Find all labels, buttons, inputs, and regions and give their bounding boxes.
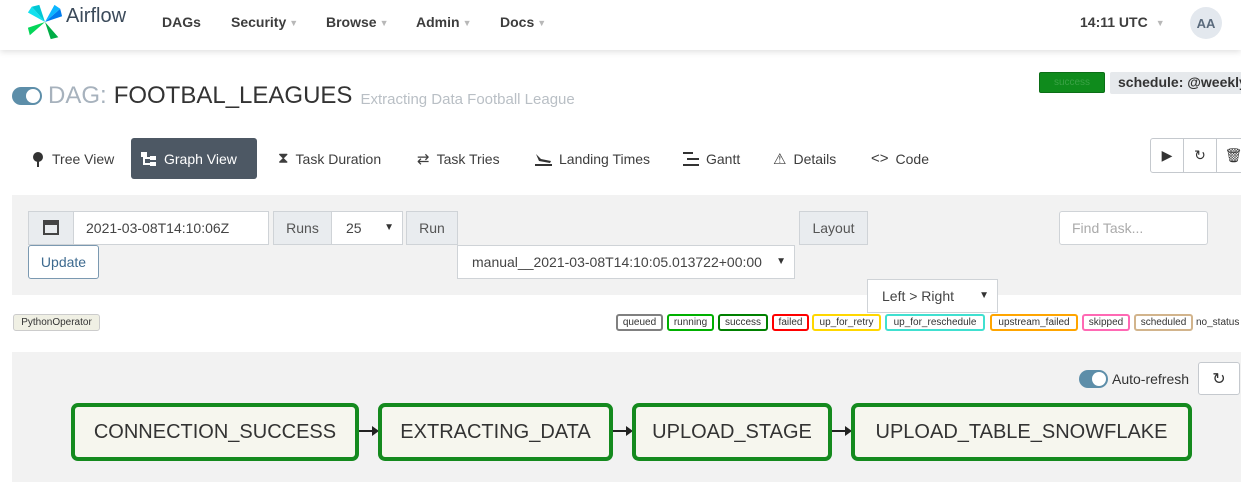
state-legend-running[interactable]: running <box>667 314 714 331</box>
nav-browse-label: Browse <box>326 14 377 30</box>
plane-landing-icon <box>535 152 552 166</box>
caret-down-icon: ▼ <box>379 18 389 28</box>
nav-dags[interactable]: DAGs <box>162 14 201 30</box>
run-value: manual__2021-03-08T14:10:05.013722+00:00 <box>472 254 762 270</box>
state-legend-up-for-retry[interactable]: up_for_retry <box>812 314 881 331</box>
nav-security-label: Security <box>231 14 287 30</box>
tab-label: Details <box>793 150 837 167</box>
runs-value: 25 <box>346 220 362 236</box>
layout-value: Left > Right <box>882 288 954 304</box>
run-select[interactable]: manual__2021-03-08T14:10:05.013722+00:00… <box>457 245 795 279</box>
tab-landing-times[interactable]: Landing Times <box>525 138 660 179</box>
clock-time: 14:11 UTC <box>1080 14 1148 30</box>
tree-icon <box>31 151 45 167</box>
chevron-down-icon: ▼ <box>384 222 394 233</box>
tab-label: Task Tries <box>436 150 500 167</box>
task-node-upload-table-snowflake[interactable]: UPLOAD_TABLE_SNOWFLAKE <box>851 403 1192 461</box>
tab-label: Graph View <box>164 150 237 167</box>
gantt-icon <box>683 151 699 166</box>
layout-select[interactable]: Left > Right ▼ <box>867 279 998 313</box>
dag-header: DAG: FOOTBAL_LEAGUES Extracting Data Foo… <box>12 82 575 110</box>
chevron-down-icon: ▼ <box>979 290 989 301</box>
nav-admin-label: Admin <box>416 14 460 30</box>
dag-prefix: DAG: <box>48 82 107 109</box>
tab-label: Code <box>895 150 929 167</box>
caret-down-icon: ▼ <box>462 18 472 28</box>
state-legend-skipped[interactable]: skipped <box>1082 314 1130 331</box>
auto-refresh-control[interactable]: Auto-refresh <box>1079 370 1189 388</box>
nav-admin[interactable]: Admin ▼ <box>416 14 471 30</box>
state-legend-success[interactable]: success <box>718 314 768 331</box>
brand-name: Airflow <box>66 4 127 27</box>
calendar-button[interactable] <box>28 211 74 245</box>
nav-security[interactable]: Security ▼ <box>231 14 298 30</box>
retry-icon: ⇄ <box>417 150 430 168</box>
layout-label: Layout <box>799 211 868 245</box>
user-avatar[interactable]: AA <box>1190 7 1222 39</box>
nav-docs[interactable]: Docs ▼ <box>500 14 546 30</box>
hourglass-icon: ⧗ <box>278 150 289 167</box>
navbar: Airflow DAGs Security ▼ Browse ▼ Admin ▼ Do… <box>0 0 1241 50</box>
dag-description: Extracting Data Football League <box>360 90 575 108</box>
schedule-badge: schedule: @weekly <box>1110 72 1241 94</box>
dag-status-badge: success <box>1039 72 1105 93</box>
auto-refresh-toggle[interactable] <box>1079 370 1108 388</box>
trash-icon[interactable]: 🗑 <box>1217 139 1241 172</box>
auto-refresh-label: Auto-refresh <box>1112 371 1190 387</box>
tab-graph-view[interactable]: Graph View <box>131 138 257 179</box>
runs-select[interactable]: 25 ▼ <box>331 211 403 245</box>
caret-down-icon: ▼ <box>537 18 547 28</box>
state-legend-failed[interactable]: failed <box>772 314 809 331</box>
timezone-menu[interactable]: 14:11 UTC ▼ <box>1080 14 1165 30</box>
caret-down-icon: ▼ <box>289 18 299 28</box>
tab-tree-view[interactable]: Tree View <box>21 138 124 179</box>
graph-refresh-button[interactable]: ↻ <box>1198 362 1240 395</box>
tab-label: Task Duration <box>295 150 382 167</box>
update-button[interactable]: Update <box>28 245 99 279</box>
state-legend-scheduled[interactable]: scheduled <box>1134 314 1193 331</box>
state-legend-upstream-failed[interactable]: upstream_failed <box>990 314 1078 331</box>
airflow-logo[interactable]: Airflow <box>26 4 126 40</box>
task-node-extracting-data[interactable]: EXTRACTING_DATA <box>378 403 613 461</box>
state-legend-up-for-reschedule[interactable]: up_for_reschedule <box>885 314 985 331</box>
dag-id: FOOTBAL_LEAGUES <box>113 82 353 109</box>
base-date-input[interactable]: 2021-03-08T14:10:06Z <box>73 211 269 245</box>
caret-down-icon: ▼ <box>1155 18 1165 28</box>
refresh-icon[interactable]: ↻ <box>1184 139 1217 172</box>
dag-action-buttons: ▶ ↻ 🗑 <box>1150 138 1241 173</box>
calendar-icon <box>43 219 59 238</box>
graph-icon <box>141 151 157 166</box>
tab-label: Gantt <box>706 150 741 167</box>
tab-task-duration[interactable]: ⧗ Task Duration <box>268 138 391 179</box>
tab-label: Landing Times <box>559 150 651 167</box>
tab-gantt[interactable]: Gantt <box>673 138 750 179</box>
nav-dags-label: DAGs <box>162 14 201 30</box>
nav-docs-label: Docs <box>500 14 535 30</box>
task-node-upload-stage[interactable]: UPLOAD_STAGE <box>632 403 832 461</box>
dag-pause-toggle[interactable] <box>12 87 42 105</box>
task-node-connection-success[interactable]: CONNECTION_SUCCESS <box>71 403 359 461</box>
run-label: Run <box>406 211 458 245</box>
chevron-down-icon: ▼ <box>776 256 786 267</box>
tab-label: Tree View <box>52 150 115 167</box>
find-task-input[interactable]: Find Task... <box>1059 211 1208 245</box>
state-legend-queued[interactable]: queued <box>616 314 663 331</box>
tab-details[interactable]: ⚠ Details <box>763 138 846 179</box>
tab-task-tries[interactable]: ⇄ Task Tries <box>407 138 510 179</box>
pinwheel-icon <box>27 4 63 40</box>
refresh-icon: ↻ <box>1212 370 1226 388</box>
warning-triangle-icon: ⚠ <box>773 150 787 168</box>
tab-code[interactable]: <> Code <box>861 138 939 179</box>
play-icon[interactable]: ▶ <box>1151 139 1184 172</box>
state-legend-no-status[interactable]: no_status <box>1196 314 1241 331</box>
runs-label: Runs <box>273 211 332 245</box>
code-icon: <> <box>871 150 889 167</box>
nav-browse[interactable]: Browse ▼ <box>326 14 389 30</box>
operator-legend: PythonOperator <box>13 314 100 331</box>
